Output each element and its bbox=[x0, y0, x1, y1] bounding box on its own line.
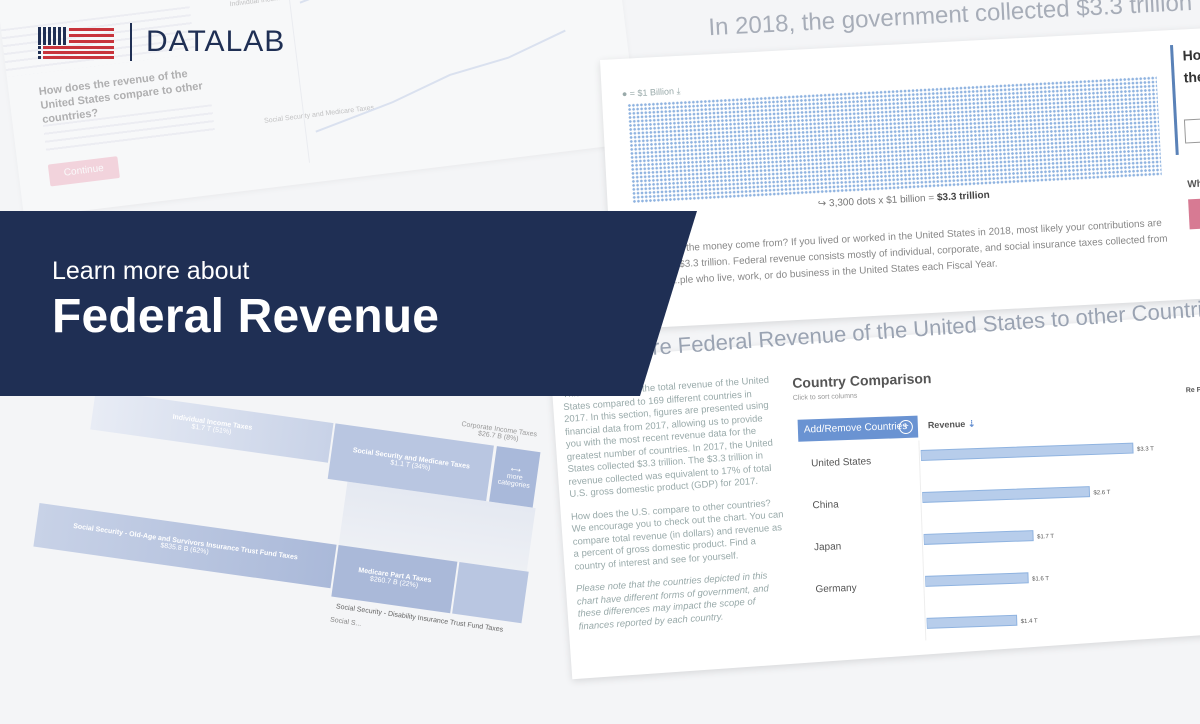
plus-icon: + bbox=[898, 419, 914, 435]
funnel-band-individual[interactable]: Individual Income Taxes $1.7 T (51%) bbox=[90, 389, 334, 463]
sort-icon[interactable]: ⇣ bbox=[968, 419, 976, 429]
dots-caption: ↪ 3,300 dots x $1 billion = $3.3 trillio… bbox=[817, 189, 991, 210]
truncated-label: Social S... bbox=[329, 616, 362, 628]
chart-title: Country Comparison bbox=[791, 370, 932, 391]
datalab-logo[interactable]: DATA LAB bbox=[38, 22, 285, 62]
revenue-headline: In 2018, the government collected $3.3 t… bbox=[707, 0, 1193, 42]
bar-value-label: $3.3 T bbox=[1137, 446, 1154, 453]
right-column-header: Re Pe bbox=[1185, 386, 1200, 395]
dot-legend: ● = $1 Billion ⤓ bbox=[621, 85, 681, 99]
revenue-paragraph: ...s the money come from? If you lived o… bbox=[669, 217, 1168, 287]
country-list: United States China Japan Germany bbox=[798, 440, 927, 645]
compare-body: This chart outlines the total revenue of… bbox=[562, 374, 794, 643]
revenue-bar[interactable] bbox=[923, 530, 1034, 545]
bar-value-label: $1.6 T bbox=[1032, 576, 1049, 583]
revenue-bar[interactable] bbox=[926, 614, 1018, 629]
bar-value-label: $1.4 T bbox=[1021, 618, 1038, 625]
country-row-label[interactable]: China bbox=[812, 499, 839, 511]
logo-word-lab: LAB bbox=[225, 25, 286, 58]
banner-title: Federal Revenue bbox=[52, 290, 440, 343]
revenue-funnel: Corporate Income Taxes $26.7 B (8%) Indiv… bbox=[33, 360, 575, 724]
logo-divider bbox=[130, 23, 132, 61]
side-pink-button[interactable] bbox=[1188, 197, 1200, 230]
billion-dots-grid bbox=[627, 75, 1162, 204]
country-row-label[interactable]: Japan bbox=[814, 541, 842, 553]
compare-paragraph: How does the U.S. compare to other count… bbox=[570, 497, 784, 573]
revenue-bars: $3.3 T $2.6 T $1.7 T $1.6 T $1.4 T bbox=[920, 442, 1154, 629]
side-input[interactable] bbox=[1183, 118, 1200, 144]
chart-subtitle: Click to sort columns bbox=[792, 392, 858, 402]
side-accent bbox=[1170, 44, 1179, 155]
revenue-column-header[interactable]: Revenue ⇣ bbox=[928, 419, 976, 432]
banner-kicker: Learn more about bbox=[52, 257, 250, 285]
flag-icon bbox=[38, 27, 114, 59]
funnel-band-disability[interactable] bbox=[452, 561, 529, 624]
bar-value-label: $2.6 T bbox=[1093, 490, 1110, 497]
arrow-icon: ↪ bbox=[817, 198, 827, 210]
revenue-bar[interactable] bbox=[924, 572, 1029, 587]
bar-value-label: $1.7 T bbox=[1037, 534, 1054, 541]
hero-banner: Learn more about Federal Revenue bbox=[0, 211, 700, 396]
revenue-bar[interactable] bbox=[921, 486, 1091, 503]
country-row-label[interactable]: Germany bbox=[815, 583, 856, 595]
download-icon[interactable]: ⤓ bbox=[676, 86, 681, 96]
more-categories-button[interactable]: ⟷ more categories bbox=[489, 446, 541, 508]
country-row-label[interactable]: United States bbox=[811, 456, 871, 469]
country-comparison-chart: Country Comparison Click to sort columns… bbox=[790, 360, 1200, 645]
revenue-bar[interactable] bbox=[920, 442, 1134, 461]
logo-word-data: DATA bbox=[146, 25, 226, 58]
side-question: How con the bbox=[1182, 44, 1200, 86]
add-remove-countries-button[interactable]: Add/Remove Countries + bbox=[797, 415, 919, 442]
side-question-2: Wha bbox=[1187, 178, 1200, 191]
compare-note: Please note that the countries depicted … bbox=[575, 570, 770, 633]
funnel-band-oasi[interactable]: Social Security - Old-Age and Survivors … bbox=[33, 502, 337, 589]
